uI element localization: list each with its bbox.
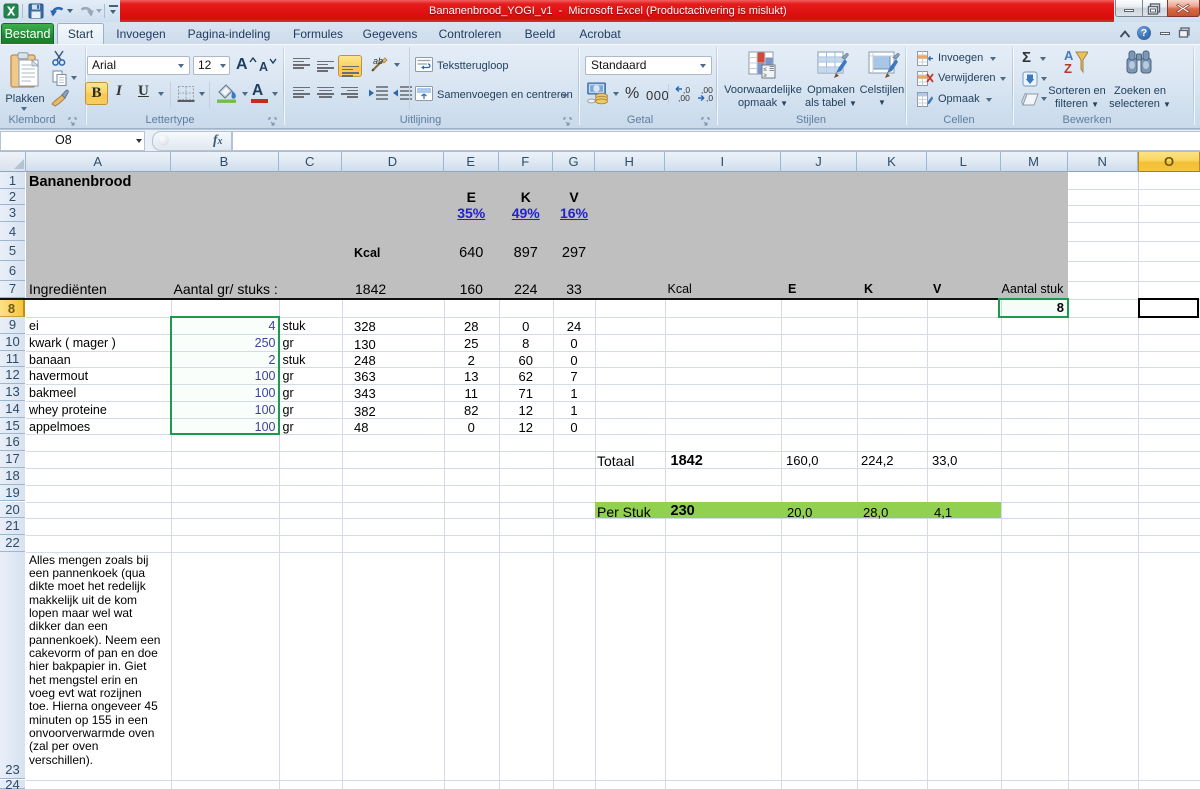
svg-text:☰: ☰: [769, 66, 774, 73]
svg-text:,0: ,0: [706, 93, 713, 103]
svg-text:ab: ab: [373, 56, 383, 66]
svg-text:Z: Z: [1064, 61, 1072, 76]
svg-text:,00: ,00: [678, 93, 690, 103]
